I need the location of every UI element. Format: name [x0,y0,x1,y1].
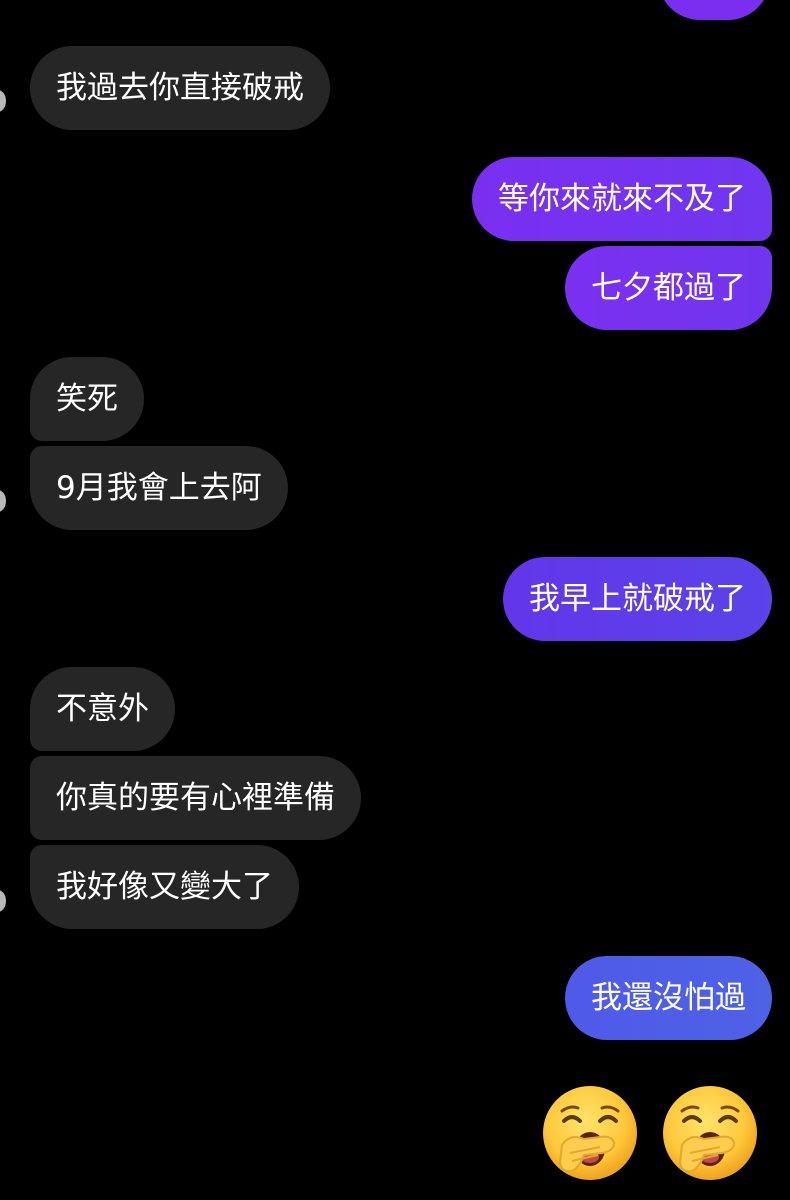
incoming-message[interactable]: 笑死 [30,357,144,441]
sender-avatar[interactable] [0,90,6,112]
yawning-face-icon[interactable] [540,1083,640,1183]
incoming-message[interactable]: 我好像又變大了 [30,845,299,929]
outgoing-bubble-partial [658,0,770,20]
outgoing-message[interactable]: 我還沒怕過 [565,956,772,1040]
incoming-message[interactable]: 你真的要有心裡準備 [30,756,361,840]
yawning-face-icon[interactable] [660,1083,760,1183]
sender-avatar[interactable] [0,890,6,912]
sender-avatar[interactable] [0,490,6,512]
outgoing-message[interactable]: 我早上就破戒了 [503,557,772,641]
incoming-message[interactable]: 不意外 [30,667,175,751]
incoming-message[interactable]: 9月我會上去阿 [30,446,288,530]
incoming-message[interactable]: 我過去你直接破戒 [30,46,330,130]
outgoing-message[interactable]: 等你來就來不及了 [472,157,772,241]
outgoing-message[interactable]: 七夕都過了 [565,246,772,330]
